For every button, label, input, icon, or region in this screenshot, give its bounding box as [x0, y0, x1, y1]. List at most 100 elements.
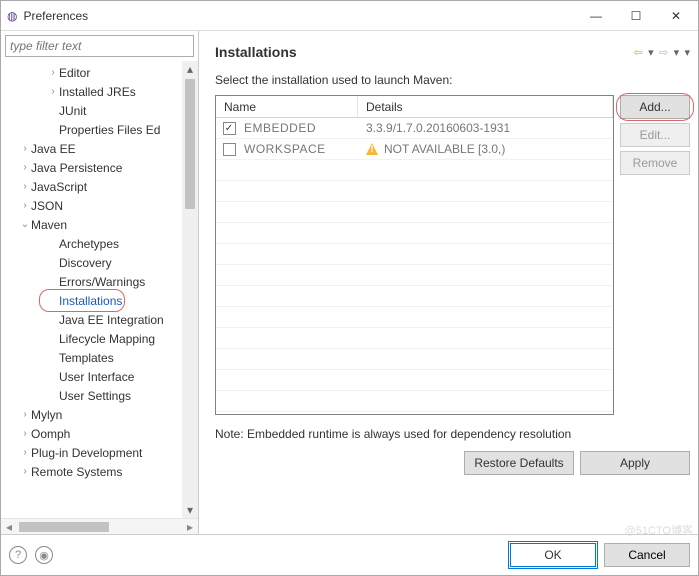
close-button[interactable]: ✕	[656, 2, 696, 30]
chevron-right-icon: ›	[19, 409, 31, 420]
titlebar: ◍ Preferences — ☐ ✕	[1, 1, 698, 31]
cancel-button[interactable]: Cancel	[604, 543, 690, 567]
chevron-down-icon: ⌄	[19, 219, 31, 230]
tree-item-java-ee[interactable]: ›Java EE	[1, 139, 182, 158]
table-row-empty	[216, 349, 613, 370]
forward-icon[interactable]: ⇨	[659, 47, 668, 59]
tree-item-label: Templates	[59, 351, 114, 365]
table-row[interactable]: WORKSPACE!NOT AVAILABLE [3.0,)	[216, 139, 613, 160]
column-name[interactable]: Name	[216, 96, 358, 117]
row-details: 3.3.9/1.7.0.20160603-1931	[358, 121, 613, 135]
tree-item-junit[interactable]: JUnit	[1, 101, 182, 120]
row-name: WORKSPACE	[242, 142, 358, 156]
row-checkbox[interactable]: ✓	[223, 122, 236, 135]
tree-item-remote-systems[interactable]: ›Remote Systems	[1, 462, 182, 481]
installations-table[interactable]: Name Details ✓ EMBEDDED3.3.9/1.7.0.201606…	[215, 95, 614, 415]
tree-item-editor[interactable]: ›Editor	[1, 63, 182, 82]
hscroll-thumb[interactable]	[19, 522, 109, 532]
column-details[interactable]: Details	[358, 96, 613, 117]
chevron-right-icon: ›	[47, 86, 59, 97]
tree-item-discovery[interactable]: Discovery	[1, 253, 182, 272]
eclipse-icon: ◍	[7, 9, 17, 23]
tree-item-label: User Interface	[59, 370, 134, 384]
sidebar: ›Editor›Installed JREsJUnitProperties Fi…	[1, 31, 199, 534]
chevron-right-icon: ›	[19, 447, 31, 458]
tree-item-label: JavaScript	[31, 180, 87, 194]
back-icon[interactable]: ⇦	[634, 47, 643, 59]
scroll-thumb[interactable]	[185, 79, 195, 209]
ok-button[interactable]: OK	[510, 543, 596, 567]
back-menu-icon[interactable]: ▾	[648, 47, 654, 59]
edit-button: Edit...	[620, 123, 690, 147]
tree-item-label: Installed JREs	[59, 85, 136, 99]
tree-item-label: Editor	[59, 66, 90, 80]
tree-item-archetypes[interactable]: Archetypes	[1, 234, 182, 253]
content-pane: Installations ⇦ ▾ ⇨ ▾ ▾ Select the insta…	[199, 31, 698, 534]
scroll-down-icon[interactable]: ▾	[182, 502, 198, 518]
tree-item-label: Plug-in Development	[31, 446, 142, 460]
tree-item-user-settings[interactable]: User Settings	[1, 386, 182, 405]
chevron-right-icon: ›	[19, 162, 31, 173]
tree-item-label: Installations	[59, 294, 122, 308]
chevron-right-icon: ›	[19, 200, 31, 211]
table-row-empty	[216, 328, 613, 349]
watermark: @51CTO博客	[625, 522, 693, 538]
preference-tree[interactable]: ›Editor›Installed JREsJUnitProperties Fi…	[1, 61, 182, 518]
tree-item-plug-in-development[interactable]: ›Plug-in Development	[1, 443, 182, 462]
table-row-empty	[216, 244, 613, 265]
nav-icons: ⇦ ▾ ⇨ ▾ ▾	[632, 45, 690, 59]
apply-button[interactable]: Apply	[580, 451, 690, 475]
maximize-button[interactable]: ☐	[616, 2, 656, 30]
table-row-empty	[216, 307, 613, 328]
tree-hscrollbar[interactable]: ◂ ▸	[1, 518, 198, 534]
tree-item-maven[interactable]: ⌄Maven	[1, 215, 182, 234]
page-description: Select the installation used to launch M…	[215, 73, 690, 87]
tree-item-label: Archetypes	[59, 237, 119, 251]
tree-item-label: Oomph	[31, 427, 70, 441]
footer: ? ◉ OK Cancel	[1, 534, 698, 575]
tree-item-label: Properties Files Ed	[59, 123, 160, 137]
tree-scrollbar[interactable]: ▴ ▾	[182, 61, 198, 518]
row-checkbox[interactable]	[223, 143, 236, 156]
tree-item-label: Java EE Integration	[59, 313, 164, 327]
tree-item-mylyn[interactable]: ›Mylyn	[1, 405, 182, 424]
tree-item-oomph[interactable]: ›Oomph	[1, 424, 182, 443]
minimize-button[interactable]: —	[576, 2, 616, 30]
row-details: !NOT AVAILABLE [3.0,)	[358, 142, 613, 156]
tree-item-label: Maven	[31, 218, 67, 232]
restore-defaults-button[interactable]: Restore Defaults	[464, 451, 574, 475]
tree-item-installed-jres[interactable]: ›Installed JREs	[1, 82, 182, 101]
row-name: EMBEDDED	[242, 121, 358, 135]
scroll-left-icon[interactable]: ◂	[1, 520, 17, 534]
remove-button: Remove	[620, 151, 690, 175]
page-note: Note: Embedded runtime is always used fo…	[215, 427, 690, 441]
table-row-empty	[216, 202, 613, 223]
forward-menu-icon[interactable]: ▾	[674, 47, 680, 59]
add-button[interactable]: Add...	[620, 95, 690, 119]
tree-item-properties-files-ed[interactable]: Properties Files Ed	[1, 120, 182, 139]
table-row[interactable]: ✓ EMBEDDED3.3.9/1.7.0.20160603-1931	[216, 118, 613, 139]
warning-icon: !	[366, 143, 378, 155]
target-icon[interactable]: ◉	[35, 546, 53, 564]
tree-item-lifecycle-mapping[interactable]: Lifecycle Mapping	[1, 329, 182, 348]
filter-input[interactable]	[5, 35, 194, 57]
tree-item-javascript[interactable]: ›JavaScript	[1, 177, 182, 196]
tree-item-java-ee-integration[interactable]: Java EE Integration	[1, 310, 182, 329]
tree-item-errors-warnings[interactable]: Errors/Warnings	[1, 272, 182, 291]
tree-item-installations[interactable]: Installations	[1, 291, 182, 310]
tree-item-label: Remote Systems	[31, 465, 122, 479]
tree-item-templates[interactable]: Templates	[1, 348, 182, 367]
help-icon[interactable]: ?	[9, 546, 27, 564]
table-row-empty	[216, 265, 613, 286]
tree-item-json[interactable]: ›JSON	[1, 196, 182, 215]
scroll-up-icon[interactable]: ▴	[182, 61, 198, 77]
chevron-right-icon: ›	[19, 466, 31, 477]
table-row-empty	[216, 286, 613, 307]
table-row-empty	[216, 181, 613, 202]
tree-item-label: JSON	[31, 199, 63, 213]
tree-item-label: Discovery	[59, 256, 112, 270]
scroll-right-icon[interactable]: ▸	[182, 520, 198, 534]
view-menu-icon[interactable]: ▾	[684, 47, 690, 59]
tree-item-java-persistence[interactable]: ›Java Persistence	[1, 158, 182, 177]
tree-item-user-interface[interactable]: User Interface	[1, 367, 182, 386]
